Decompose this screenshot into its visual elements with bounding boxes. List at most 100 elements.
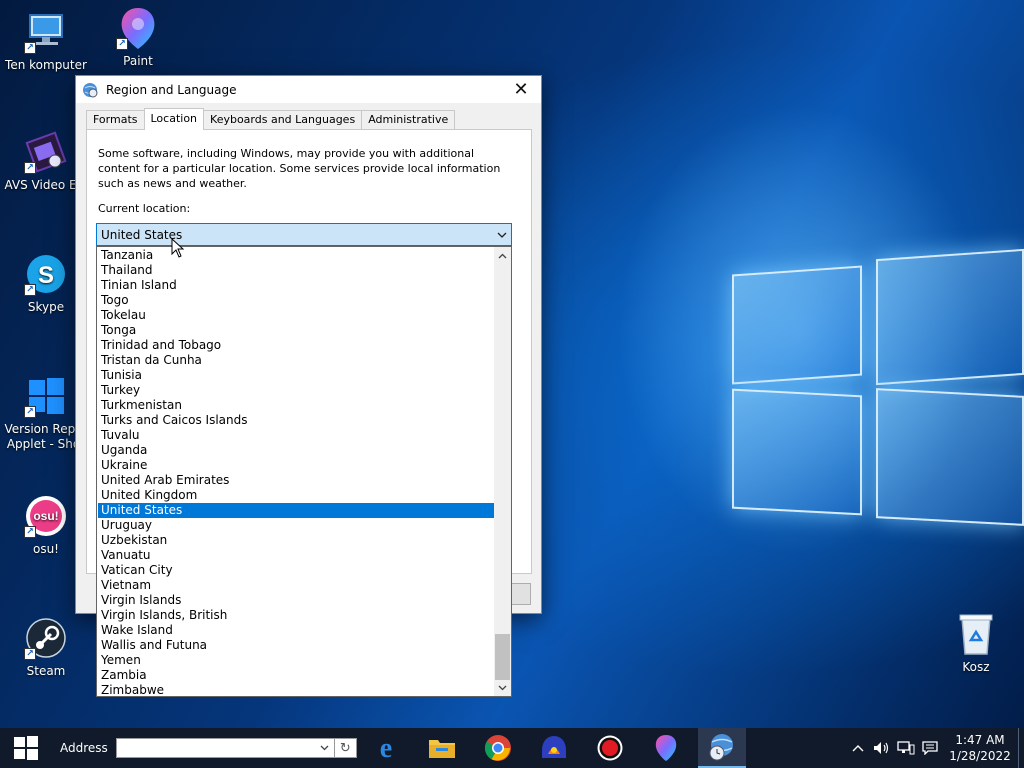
location-list-item[interactable]: United Kingdom — [98, 488, 495, 503]
location-list-item[interactable]: Uzbekistan — [98, 533, 495, 548]
location-list-item[interactable]: Wake Island — [98, 623, 495, 638]
location-list-item[interactable]: Vietnam — [98, 578, 495, 593]
network-icon — [897, 741, 915, 755]
desktop-icon-label: Steam — [26, 664, 66, 678]
svg-text:osu!: osu! — [33, 509, 58, 523]
volume-button[interactable] — [870, 728, 894, 768]
location-list-item[interactable]: Wallis and Futuna — [98, 638, 495, 653]
location-list-item[interactable]: Vatican City — [98, 563, 495, 578]
dropdown-items: Tanzania Thailand Tinian Island Togo Tokelau… — [98, 248, 495, 696]
location-list-item[interactable]: Thailand — [98, 263, 495, 278]
location-list-item[interactable]: Turkmenistan — [98, 398, 495, 413]
show-desktop-button[interactable] — [1018, 728, 1024, 768]
location-list-item[interactable]: Tanzania — [98, 248, 495, 263]
show-hidden-icons-button[interactable] — [846, 728, 870, 768]
location-list-item[interactable]: Zambia — [98, 668, 495, 683]
chevron-up-icon — [852, 745, 864, 752]
taskbar-app-edge[interactable]: e — [362, 728, 410, 768]
chevron-down-icon[interactable] — [316, 739, 334, 757]
film-icon: ↗ — [24, 130, 68, 174]
region-language-icon — [709, 734, 733, 761]
notification-icon — [922, 741, 938, 755]
location-list-item[interactable]: Tristan da Cunha — [98, 353, 495, 368]
tab-administrative[interactable]: Administrative — [361, 110, 456, 130]
location-dropdown-list[interactable]: Tanzania Thailand Tinian Island Togo Tokelau… — [96, 246, 512, 697]
recycle-bin-icon — [954, 612, 998, 656]
start-button[interactable] — [0, 728, 52, 768]
windows-icon — [14, 736, 38, 760]
tab-strip: Formats Location Keyboards and Languages… — [86, 108, 456, 130]
address-input[interactable] — [115, 738, 335, 758]
desktop-icon-label: Kosz — [962, 660, 990, 674]
network-button[interactable] — [894, 728, 918, 768]
dialog-title: Region and Language — [106, 82, 237, 97]
close-icon: ✕ — [513, 79, 529, 100]
taskbar-app-other[interactable] — [530, 728, 578, 768]
location-list-item[interactable]: Zimbabwe — [98, 683, 495, 696]
taskbar-app-chrome[interactable] — [474, 728, 522, 768]
location-list-item[interactable]: Yemen — [98, 653, 495, 668]
computer-icon: ↗ — [24, 10, 68, 54]
taskbar-app-recorder[interactable] — [586, 728, 634, 768]
location-list-item[interactable]: Tonga — [98, 323, 495, 338]
dropdown-scrollbar[interactable] — [494, 247, 511, 696]
desktop-icon-recycle-bin[interactable]: Kosz — [932, 612, 1020, 675]
chevron-down-icon — [497, 229, 507, 239]
scroll-thumb[interactable] — [495, 634, 510, 680]
location-list-item[interactable]: Uganda — [98, 443, 495, 458]
close-button[interactable]: ✕ — [501, 76, 541, 103]
taskbar-clock[interactable]: 1:47 AM 1/28/2022 — [942, 732, 1018, 764]
taskbar-app-paint[interactable] — [642, 728, 690, 768]
current-location-combobox[interactable]: United States — [96, 223, 512, 246]
location-list-item[interactable]: Togo — [98, 293, 495, 308]
location-list-item[interactable]: Virgin Islands, British — [98, 608, 495, 623]
location-list-item[interactable]: Vanuatu — [98, 548, 495, 563]
location-list-item[interactable]: Tinian Island — [98, 278, 495, 293]
location-list-item[interactable]: Tuvalu — [98, 428, 495, 443]
location-list-item[interactable]: Turkey — [98, 383, 495, 398]
mouse-cursor-icon — [171, 238, 185, 258]
current-location-label: Current location: — [98, 202, 191, 215]
svg-text:e: e — [380, 734, 392, 762]
dialog-titlebar[interactable]: Region and Language ✕ — [76, 76, 541, 103]
wallpaper-windows-logo — [720, 240, 1024, 540]
paint-icon: ↗ — [116, 6, 160, 50]
address-toolbar-label: Address — [60, 741, 108, 755]
desktop-icon-paint[interactable]: ↗ Paint — [94, 6, 182, 69]
action-center-button[interactable] — [918, 728, 942, 768]
taskbar-app-file-explorer[interactable] — [418, 728, 466, 768]
scroll-down-button[interactable] — [494, 679, 511, 696]
clock-date: 1/28/2022 — [949, 749, 1011, 763]
app-icon — [542, 736, 566, 758]
taskbar: Address ↻ e 1:47 AM 1/28/2022 — [0, 728, 1024, 768]
location-list-item[interactable]: Turks and Caicos Islands — [98, 413, 495, 428]
tab-location[interactable]: Location — [143, 108, 205, 130]
chrome-icon — [484, 735, 511, 761]
location-list-item[interactable]: Virgin Islands — [98, 593, 495, 608]
desktop-icon-steam[interactable]: ↗ Steam — [2, 616, 90, 679]
system-tray: 1:47 AM 1/28/2022 — [846, 728, 1024, 768]
location-list-item[interactable]: Ukraine — [98, 458, 495, 473]
desktop-icon-label: Paint — [123, 54, 153, 68]
location-list-item[interactable]: Trinidad and Tobago — [98, 338, 495, 353]
tab-keyboards-languages[interactable]: Keyboards and Languages — [203, 110, 363, 130]
steam-icon: ↗ — [24, 616, 68, 660]
svg-text:S: S — [38, 262, 54, 289]
scroll-up-button[interactable] — [494, 247, 511, 264]
location-list-item[interactable]: United Arab Emirates — [98, 473, 495, 488]
record-icon — [597, 735, 623, 761]
refresh-icon: ↻ — [339, 740, 351, 756]
location-list-item[interactable]: Tunisia — [98, 368, 495, 383]
location-list-item[interactable]: United States — [98, 503, 495, 518]
location-list-item[interactable]: Uruguay — [98, 518, 495, 533]
refresh-button[interactable]: ↻ — [334, 738, 357, 758]
desktop-icon-this-pc[interactable]: ↗ Ten komputer — [2, 10, 90, 73]
location-list-item[interactable]: Tokelau — [98, 308, 495, 323]
edge-icon: e — [380, 734, 392, 762]
paint-icon — [655, 735, 677, 761]
chevron-up-icon — [498, 253, 507, 258]
skype-icon: S ↗ — [24, 252, 68, 296]
tab-formats[interactable]: Formats — [86, 110, 145, 130]
taskbar-app-region-language[interactable] — [698, 728, 746, 768]
osu-icon: osu! ↗ — [24, 494, 68, 538]
